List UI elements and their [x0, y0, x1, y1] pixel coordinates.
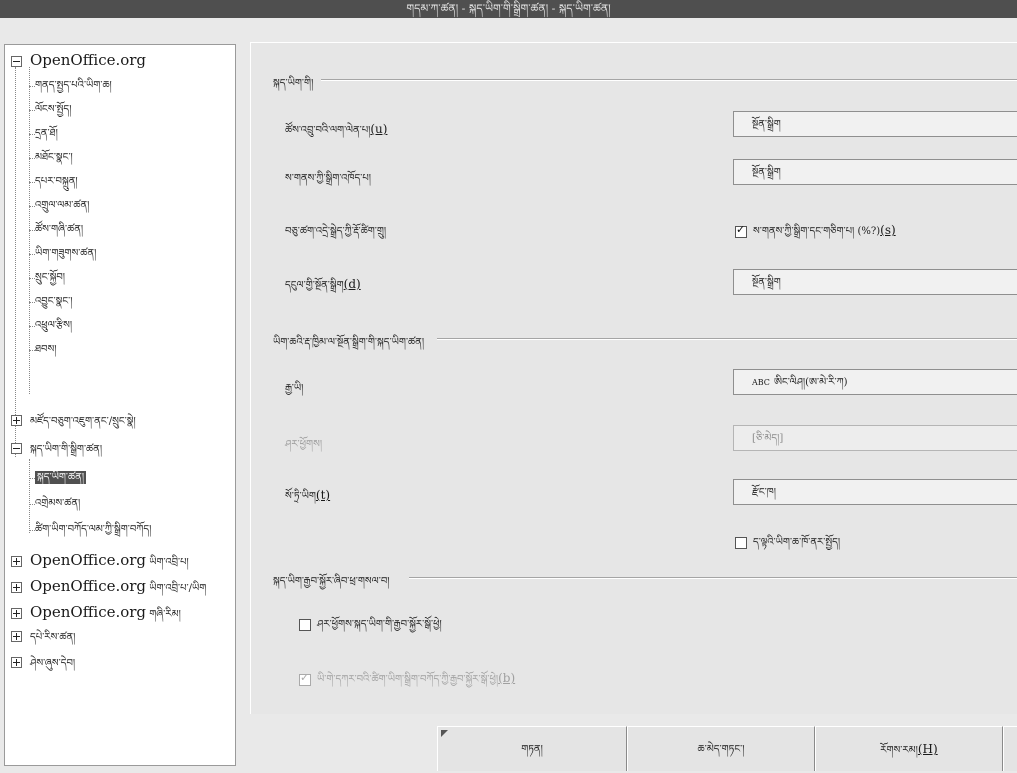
- tree-item-user-data[interactable]: གནད་སྤྱད་པའི་ཡིག་ཆ།: [29, 75, 112, 97]
- window-title: གདམ་ཀ་ཚན། - སྐད་ཡིག་གི་སྒྲིག་ཚན། - སྐད་ཡ…: [0, 0, 1017, 18]
- tree-item-complex-text-layout[interactable]: ཚིག་ཡིག་བཀོད་ལམ་ཀྱི་སྒྲིག་བཀོད།: [28, 519, 151, 541]
- tree-item-appearance[interactable]: འབྱུང་སྣང་།: [28, 291, 72, 313]
- tree-item-java[interactable]: ཐབས།: [28, 339, 56, 361]
- section-language-of: སྐད་ཡིག་གི།: [273, 78, 314, 89]
- collapse-icon[interactable]: [11, 56, 22, 67]
- tree-item-language-settings[interactable]: སྐད་ཡིག་གི་སྒྲིག་ཚན།: [11, 439, 102, 461]
- expand-icon[interactable]: [11, 608, 22, 619]
- checkbox-unchecked-icon[interactable]: [735, 536, 747, 549]
- checkbox-checked-icon[interactable]: [299, 671, 311, 686]
- western-label: རྒྱ་ཡི།: [285, 383, 304, 394]
- tree-item-languages[interactable]: སྐད་ཡིག་ཚན།: [28, 467, 87, 489]
- language-settings-panel: སྐད་ཡིག་གི། ཚོས་འབྲུ་བའི་ལག་ལེན་པ།(u) སྔ…: [250, 42, 1017, 715]
- asian-support-checkbox[interactable]: ཤར་ཕྱོགས་སྐད་ཡིག་གི་རྒྱབ་སྐྱོར་སྒོ་ཕྱེ།: [299, 613, 442, 641]
- tree-item-print[interactable]: དཔར་བསྐྲུན།: [29, 171, 78, 193]
- tree-item-fonts[interactable]: ཡིག་གཟུགས་ཚན།: [28, 243, 96, 265]
- tree-item-load-save[interactable]: མཛོད་བཅུག་འཇུག་ནང་/སྲུང་སྣེ།: [11, 411, 136, 433]
- tree-item-colors[interactable]: ཚོས་གཞི་ཚན།: [28, 219, 83, 241]
- expand-icon[interactable]: [11, 556, 22, 567]
- tree-item-base[interactable]: OpenOffice.org གཞི་རིམ།: [11, 601, 181, 623]
- ctl-language-select[interactable]: རྫོང་ཁ།: [733, 479, 1017, 505]
- tree-item-writer[interactable]: OpenOffice.org ཡིག་འབྲི་པ།: [11, 549, 189, 571]
- tree-item-charts[interactable]: དཔེ་རིས་ཚན།: [11, 627, 75, 649]
- tree-item-general[interactable]: ལོངས་སྤྱོད།: [28, 99, 71, 121]
- cancel-button[interactable]: ཆ་མེད་གཏང་།: [627, 726, 815, 771]
- tree-item-memory[interactable]: དྲན་ཐོ།: [29, 123, 58, 145]
- western-language-select[interactable]: ABC ཨིང་ལིཤ།(ཨ་མེ་རི་ཀ): [733, 369, 1017, 395]
- default-currency-label: དངུལ་གྱི་སྔོན་སྒྲིག(d): [285, 277, 361, 291]
- asian-label: ཤར་ཕྱོགས།: [285, 439, 323, 450]
- tree-item-view[interactable]: མཐོང་སྣང་།: [29, 147, 73, 169]
- dialog-button-bar: གཏན། ཆ་མེད་གཏང་། རོགས་རམ།(H): [250, 714, 1017, 771]
- checkbox-unchecked-icon[interactable]: [299, 618, 311, 631]
- ctl-label: སོ་ཏྲི་ཡིག(t): [285, 488, 331, 502]
- ui-language-label: ཚོས་འབྲུ་བའི་ལག་ལེན་པ།(u): [285, 122, 388, 136]
- expand-icon[interactable]: [11, 631, 22, 642]
- options-tree: OpenOffice.org གནད་སྤྱད་པའི་ཡིག་ཆ། ལོངས་…: [4, 44, 236, 766]
- expand-icon[interactable]: [11, 415, 22, 426]
- expand-icon[interactable]: [11, 657, 22, 668]
- expand-icon[interactable]: [11, 582, 22, 593]
- decimal-same-as-locale-checkbox[interactable]: ས་གནས་ཀྱི་སྒྲིག་དང་གཅིག་པ། (%?)(s): [735, 220, 896, 248]
- section-enhanced-language-support: སྐད་ཡིག་རྒྱབ་སྐྱོར་ཞིབ་ཕྲ་གསལ་བ།: [273, 576, 390, 587]
- decimal-separator-label: བཅུ་ཚག་འདྲེ་སྒྲེད་ཀྱི་རྡོ་ཚིག་གྲུ།: [285, 226, 387, 237]
- section-default-doc-languages: ཡིག་ཆའི་རྡ་ཁྱིམ་ལ་སྔོན་སྒྲིག་གི་སྐད་ཡིག་…: [273, 337, 425, 348]
- default-currency-select[interactable]: སྔོན་སྒྲིག: [733, 269, 1017, 295]
- collapse-icon[interactable]: [11, 443, 22, 454]
- tree-item-paths[interactable]: འགྲུལ་ལམ་ཚན།: [28, 195, 89, 217]
- locale-select[interactable]: སྔོན་སྒྲིག: [733, 159, 1017, 185]
- tree-item-openoffice[interactable]: OpenOffice.org: [11, 49, 146, 71]
- tree-item-security[interactable]: སྲུང་སྐྱོབ།: [29, 267, 65, 289]
- checkbox-checked-icon[interactable]: [735, 223, 747, 238]
- current-document-only-checkbox[interactable]: ད་ལྟའི་ཡིག་ཆ་ཁོ་ནར་སྤྱོད།: [735, 531, 840, 559]
- back-button[interactable]: [1003, 726, 1017, 771]
- ctl-support-checkbox[interactable]: ཡི་གེ་དཀར་བའི་ཚིག་ཡིག་སྒྲིག་བཀོད་ཀྱི་རྒྱ…: [299, 668, 515, 696]
- tree-item-writing-aids[interactable]: འགྲེམས་ཚན།: [28, 493, 80, 515]
- help-button[interactable]: རོགས་རམ།(H): [815, 726, 1003, 771]
- ui-language-select[interactable]: སྔོན་སྒྲིག: [733, 111, 1017, 137]
- ok-button[interactable]: གཏན།: [437, 726, 627, 771]
- tree-item-internet[interactable]: ཤེས་ཞུས་དེབ།: [11, 653, 75, 675]
- default-button-marker-icon: [441, 730, 448, 737]
- tree-item-writer-web[interactable]: OpenOffice.org ཡིག་འབྲི་པ་/ཡིག: [11, 575, 206, 597]
- asian-language-select[interactable]: [ཅི་མེད།]: [733, 425, 1017, 451]
- tree-item-accessibility[interactable]: འཕྲུལ་རྩིས།: [28, 315, 72, 337]
- locale-label: ས་གནས་ཀྱི་སྒྲིག་འཁོད་པ།: [285, 173, 371, 184]
